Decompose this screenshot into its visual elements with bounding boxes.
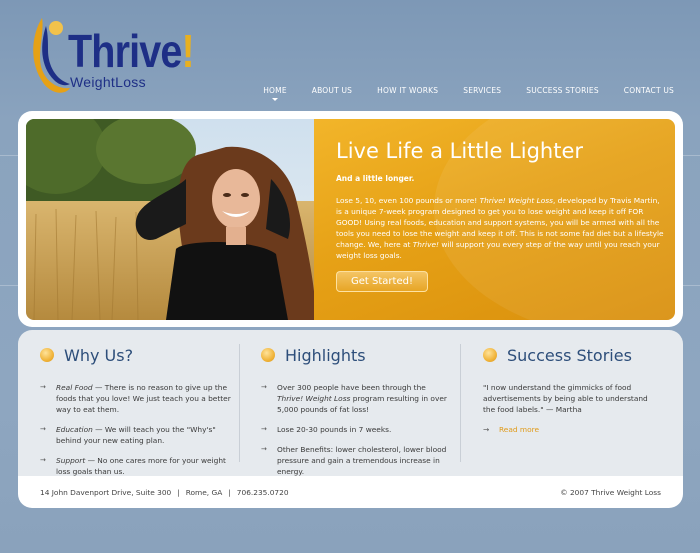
- arrow-right-icon: →: [261, 445, 267, 453]
- nav-how-it-works[interactable]: HOW IT WORKS: [377, 86, 438, 95]
- why-us-column: Why Us? → Real Food — There is no reason …: [40, 344, 240, 486]
- site-logo[interactable]: Thrive! WeightLoss: [26, 14, 195, 98]
- logo-wordmark: Thrive!: [68, 25, 195, 77]
- arrow-right-icon: →: [40, 425, 46, 433]
- highlights-heading: Highlights: [285, 345, 366, 365]
- nav-services[interactable]: SERVICES: [463, 86, 501, 95]
- arrow-right-icon: →: [483, 425, 490, 434]
- highlights-column: Highlights → Over 300 people have been th…: [261, 344, 451, 486]
- why-us-heading: Why Us?: [64, 345, 134, 365]
- success-stories-column: Success Stories "I now understand the gi…: [483, 344, 658, 434]
- success-stories-heading: Success Stories: [507, 345, 632, 365]
- list-item: → Over 300 people have been through the T…: [261, 383, 447, 414]
- active-caret-icon: [271, 98, 278, 101]
- nav-contact-us[interactable]: CONTACT US: [624, 86, 674, 95]
- testimonial-quote: "I now understand the gimmicks of food a…: [483, 383, 648, 414]
- list-item: → Other Benefits: lower cholesterol, lowe…: [261, 445, 447, 476]
- nav-home[interactable]: HOME: [263, 86, 287, 101]
- hero-body: Lose 5, 10, even 100 pounds or more! Thr…: [336, 196, 664, 260]
- list-item: → Education — We will teach you the "Why'…: [40, 425, 216, 445]
- list-item: → Lose 20-30 pounds in 7 weeks.: [261, 425, 392, 434]
- hero-title: Live Life a Little Lighter: [336, 139, 584, 163]
- orb-bullet-icon: [261, 348, 275, 362]
- list-item: → Real Food — There is no reason to give …: [40, 383, 231, 414]
- orb-bullet-icon: [483, 348, 497, 362]
- hero-panel: Live Life a Little Lighter And a little …: [314, 119, 675, 320]
- arrow-right-icon: →: [40, 383, 46, 391]
- hero-subtitle: And a little longer.: [336, 174, 415, 183]
- footer-contact: 14 John Davenport Drive, Suite 300 | Rome,…: [40, 487, 289, 497]
- get-started-button[interactable]: Get Started!: [336, 271, 428, 292]
- read-more-link[interactable]: → Read more: [483, 425, 658, 434]
- footer-copyright: © 2007 Thrive Weight Loss: [560, 487, 661, 497]
- footer-phone: 706.235.0720: [236, 487, 289, 497]
- arrow-right-icon: →: [40, 456, 46, 464]
- footer-address: 14 John Davenport Drive, Suite 300: [40, 487, 172, 497]
- column-divider: [239, 344, 240, 462]
- hero-photo: [26, 119, 314, 320]
- nav-about-us[interactable]: ABOUT US: [312, 86, 352, 95]
- main-nav: HOME ABOUT US HOW IT WORKS SERVICES SUCC…: [263, 86, 674, 101]
- list-item: → Support — No one cares more for your we…: [40, 456, 226, 476]
- footer: 14 John Davenport Drive, Suite 300 | Rome,…: [18, 476, 683, 508]
- column-divider: [460, 344, 461, 462]
- arrow-right-icon: →: [261, 383, 267, 391]
- arrow-right-icon: →: [261, 425, 267, 433]
- features-panel: Why Us? → Real Food — There is no reason …: [18, 330, 683, 476]
- logo-subtitle: WeightLoss: [70, 74, 146, 90]
- nav-success-stories[interactable]: SUCCESS STORIES: [526, 86, 599, 95]
- orb-bullet-icon: [40, 348, 54, 362]
- footer-city: Rome, GA: [185, 487, 223, 497]
